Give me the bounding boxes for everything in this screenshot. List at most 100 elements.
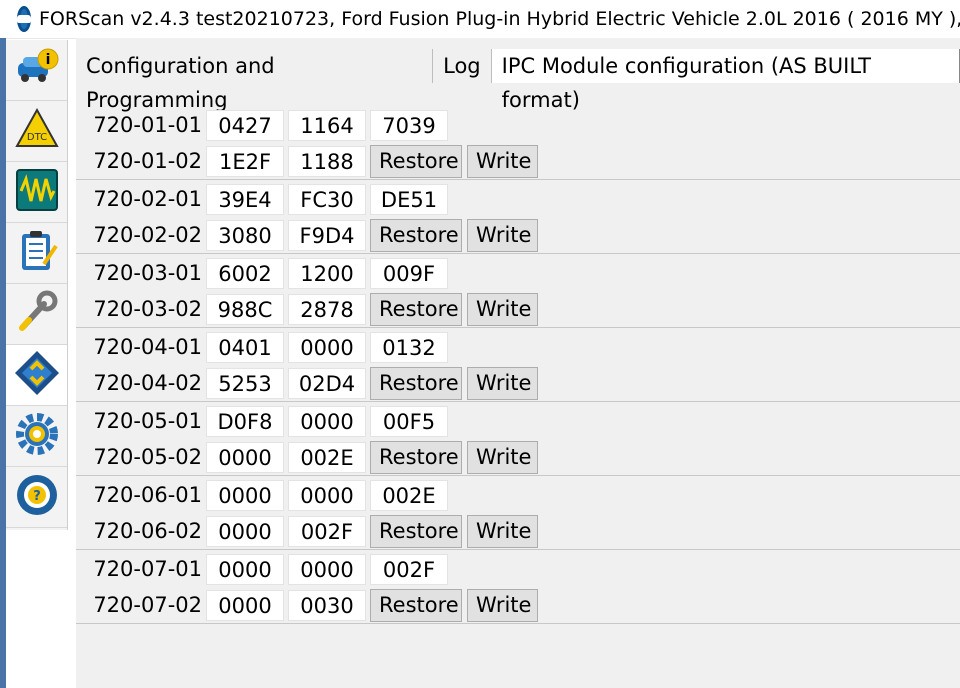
hex-value-field[interactable]: 002F [370, 553, 448, 585]
hex-value-field[interactable]: 0132 [370, 331, 448, 363]
block-group: 720-04-01 0401 0000 0132 720-04-02 5253 02D4 Re… [76, 328, 960, 402]
hex-value-field[interactable]: 5253 [206, 367, 284, 399]
sidebar-item-help[interactable]: ? [6, 467, 67, 528]
as-built-grid: 720-01-01 0427 1164 7039 720-01-02 1E2F 1188 Re… [76, 106, 960, 624]
hex-value-field[interactable]: DE51 [370, 183, 448, 215]
sidebar-item-oscilloscope[interactable] [6, 162, 67, 223]
help-wheel-icon: ? [14, 472, 60, 522]
hex-value-field[interactable]: 0000 [288, 331, 366, 363]
sidebar-item-vehicle-info[interactable]: i [6, 40, 67, 101]
hex-value-field[interactable]: 0427 [206, 109, 284, 141]
restore-button[interactable]: Restore [370, 514, 462, 548]
sidebar-item-tests[interactable] [6, 223, 67, 284]
block-address: 720-03-01 [93, 261, 202, 285]
table-row: 720-02-01 39E4 FC30 DE51 [76, 181, 960, 217]
table-row: 720-05-01 D0F8 0000 00F5 [76, 403, 960, 439]
hex-value-field[interactable]: 1200 [288, 257, 366, 289]
hex-value-field[interactable]: 00F5 [370, 405, 448, 437]
block-group: 720-05-01 D0F8 0000 00F5 720-05-02 0000 002E Re… [76, 402, 960, 476]
hex-value-field[interactable]: 1164 [288, 109, 366, 141]
hex-value-field[interactable]: 6002 [206, 257, 284, 289]
hex-value-field[interactable]: 02D4 [288, 367, 366, 399]
block-address: 720-04-02 [93, 371, 202, 395]
svg-text:?: ? [33, 489, 41, 504]
block-address: 720-01-01 [93, 113, 202, 137]
sidebar: i DTC ? [6, 40, 68, 530]
hex-value-field[interactable]: 009F [370, 257, 448, 289]
tab-bar: Configuration and Programming Log IPC Mo… [76, 46, 960, 112]
write-button[interactable]: Write [467, 218, 538, 252]
hex-value-field[interactable]: 0000 [206, 589, 284, 621]
table-row: 720-03-01 6002 1200 009F [76, 255, 960, 291]
hex-value-field[interactable]: 7039 [370, 109, 448, 141]
write-button[interactable]: Write [467, 366, 538, 400]
tab-configuration-and-programming[interactable]: Configuration and Programming [76, 49, 434, 112]
restore-button[interactable]: Restore [370, 588, 462, 622]
table-row: 720-03-02 988C 2878 Restore Write [76, 291, 960, 327]
sidebar-item-configuration[interactable] [6, 345, 67, 406]
restore-button[interactable]: Restore [370, 366, 462, 400]
hex-value-field[interactable]: 0000 [206, 479, 284, 511]
write-button[interactable]: Write [467, 292, 538, 326]
block-group: 720-03-01 6002 1200 009F 720-03-02 988C 2878 Re… [76, 254, 960, 328]
wrench-icon [14, 289, 60, 339]
block-address: 720-06-02 [93, 519, 202, 543]
block-address: 720-06-01 [93, 483, 202, 507]
block-group: 720-01-01 0427 1164 7039 720-01-02 1E2F 1188 Re… [76, 106, 960, 180]
hex-value-field[interactable]: 002E [370, 479, 448, 511]
table-row: 720-07-01 0000 0000 002F [76, 551, 960, 587]
hex-value-field[interactable]: 0000 [288, 479, 366, 511]
write-button[interactable]: Write [467, 144, 538, 178]
hex-value-field[interactable]: D0F8 [206, 405, 284, 437]
hex-value-field[interactable]: 0000 [206, 553, 284, 585]
block-address: 720-05-02 [93, 445, 202, 469]
block-group: 720-07-01 0000 0000 002F 720-07-02 0000 0030 Re… [76, 550, 960, 624]
hex-value-field[interactable]: 1188 [288, 145, 366, 177]
table-row: 720-04-01 0401 0000 0132 [76, 329, 960, 365]
hex-value-field[interactable]: 0000 [206, 515, 284, 547]
hex-value-field[interactable]: 0000 [288, 553, 366, 585]
svg-text:DTC: DTC [26, 132, 46, 143]
restore-button[interactable]: Restore [370, 292, 462, 326]
block-address: 720-01-02 [93, 149, 202, 173]
sidebar-item-dtc[interactable]: DTC [6, 101, 67, 162]
block-address: 720-02-02 [93, 223, 202, 247]
hex-value-field[interactable]: 0030 [288, 589, 366, 621]
block-address: 720-03-02 [93, 297, 202, 321]
sidebar-item-service[interactable] [6, 284, 67, 345]
hex-value-field[interactable]: FC30 [288, 183, 366, 215]
hex-value-field[interactable]: 002F [288, 515, 366, 547]
hex-value-field[interactable]: 0000 [288, 405, 366, 437]
restore-button[interactable]: Restore [370, 218, 462, 252]
main-panel: Configuration and Programming Log IPC Mo… [76, 38, 960, 688]
hex-value-field[interactable]: 988C [206, 293, 284, 325]
write-button[interactable]: Write [467, 588, 538, 622]
checklist-icon [14, 228, 60, 278]
hex-value-field[interactable]: 0000 [206, 441, 284, 473]
tab-ipc-module-configuration[interactable]: IPC Module configuration (AS BUILT forma… [491, 49, 960, 112]
block-address: 720-07-01 [93, 557, 202, 581]
hex-value-field[interactable]: 1E2F [206, 145, 284, 177]
car-info-icon: i [14, 45, 60, 95]
write-button[interactable]: Write [467, 514, 538, 548]
sidebar-item-settings[interactable] [6, 406, 67, 467]
table-row: 720-06-02 0000 002F Restore Write [76, 513, 960, 549]
restore-button[interactable]: Restore [370, 440, 462, 474]
write-button[interactable]: Write [467, 440, 538, 474]
restore-button[interactable]: Restore [370, 144, 462, 178]
tab-log[interactable]: Log [433, 49, 492, 83]
hex-value-field[interactable]: 002E [288, 441, 366, 473]
hex-value-field[interactable]: 39E4 [206, 183, 284, 215]
hex-value-field[interactable]: 0401 [206, 331, 284, 363]
table-row: 720-01-02 1E2F 1188 Restore Write [76, 143, 960, 179]
title-bar: FORScan v2.4.3 test20210723, Ford Fusion… [0, 0, 960, 39]
hex-value-field[interactable]: 2878 [288, 293, 366, 325]
oscilloscope-icon [14, 167, 60, 217]
dtc-warning-icon: DTC [14, 106, 60, 156]
block-address: 720-05-01 [93, 409, 202, 433]
hex-value-field[interactable]: F9D4 [288, 219, 366, 251]
window-title: FORScan v2.4.3 test20210723, Ford Fusion… [39, 8, 960, 30]
table-row: 720-04-02 5253 02D4 Restore Write [76, 365, 960, 401]
gear-icon [14, 411, 60, 461]
hex-value-field[interactable]: 3080 [206, 219, 284, 251]
